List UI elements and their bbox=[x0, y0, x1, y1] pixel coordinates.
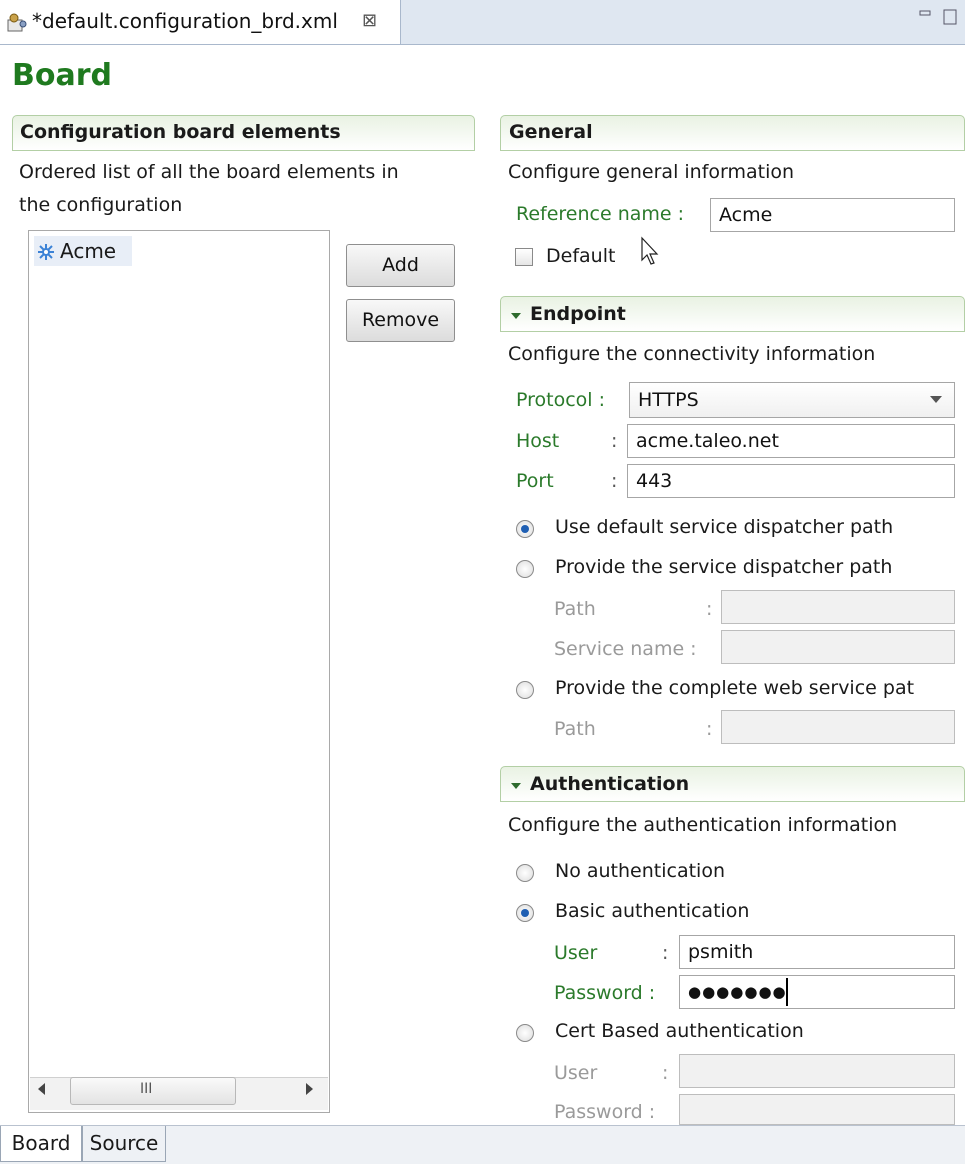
mouse-cursor-icon bbox=[641, 236, 659, 265]
cert-auth-label: Cert Based authentication bbox=[555, 1020, 804, 1042]
host-colon: : bbox=[611, 430, 618, 452]
user-input[interactable]: psmith bbox=[679, 935, 955, 969]
host-label: Host bbox=[516, 430, 560, 452]
service-name-input bbox=[721, 630, 955, 664]
no-auth-label: No authentication bbox=[555, 860, 725, 882]
chevron-down-icon[interactable] bbox=[930, 396, 942, 403]
protocol-label: Protocol : bbox=[516, 389, 606, 411]
general-description: Configure general information bbox=[508, 161, 795, 183]
cert-auth-radio[interactable] bbox=[516, 1024, 534, 1042]
service-name-label: Service name : bbox=[554, 638, 697, 660]
no-auth-radio[interactable] bbox=[516, 864, 534, 882]
endpoint-title: Endpoint bbox=[530, 303, 626, 325]
reference-name-input[interactable]: Acme bbox=[710, 198, 955, 232]
window-controls[interactable] bbox=[918, 8, 960, 26]
complete-path-radio[interactable] bbox=[516, 681, 534, 699]
path2-input bbox=[721, 710, 955, 744]
authentication-title: Authentication bbox=[530, 773, 690, 795]
general-title: General bbox=[509, 121, 593, 143]
scroll-left-icon[interactable] bbox=[38, 1083, 45, 1095]
remove-button[interactable]: Remove bbox=[346, 299, 455, 342]
chevron-down-icon[interactable] bbox=[511, 783, 521, 789]
cert-user-input bbox=[679, 1054, 955, 1088]
default-label: Default bbox=[546, 245, 616, 267]
config-file-icon bbox=[7, 13, 27, 32]
scroll-thumb-grip: III bbox=[140, 1081, 153, 1097]
reference-name-label: Reference name : bbox=[516, 203, 685, 225]
scroll-thumb[interactable] bbox=[70, 1077, 236, 1105]
text-caret bbox=[786, 978, 788, 1006]
port-input[interactable]: 443 bbox=[627, 464, 955, 498]
path-label: Path bbox=[554, 598, 596, 620]
scroll-right-icon[interactable] bbox=[306, 1083, 313, 1095]
password-label: Password : bbox=[554, 982, 656, 1004]
board-elements-description-2: the configuration bbox=[19, 194, 183, 216]
path2-label: Path bbox=[554, 718, 596, 740]
provide-path-radio[interactable] bbox=[516, 560, 534, 578]
provide-path-label: Provide the service dispatcher path bbox=[555, 556, 893, 578]
maximize-icon bbox=[943, 9, 957, 25]
endpoint-description: Configure the connectivity information bbox=[508, 343, 876, 365]
cert-user-label: User bbox=[554, 1062, 598, 1084]
board-element-icon bbox=[38, 244, 54, 260]
password-input[interactable]: ●●●●●●● bbox=[679, 975, 955, 1009]
default-checkbox[interactable] bbox=[515, 248, 533, 266]
port-colon: : bbox=[611, 470, 618, 492]
host-input[interactable]: acme.taleo.net bbox=[627, 424, 955, 458]
board-elements-list[interactable] bbox=[28, 230, 330, 1113]
cert-password-label: Password : bbox=[554, 1101, 656, 1123]
close-icon[interactable]: ⊠ bbox=[362, 10, 377, 31]
authentication-description: Configure the authentication information bbox=[508, 814, 898, 836]
add-button[interactable]: Add bbox=[346, 244, 455, 287]
user-label: User bbox=[554, 942, 598, 964]
path-colon: : bbox=[706, 598, 713, 620]
chevron-down-icon[interactable] bbox=[511, 313, 521, 319]
list-item-label: Acme bbox=[60, 239, 117, 263]
protocol-select[interactable]: HTTPS bbox=[629, 382, 955, 418]
default-path-label: Use default service dispatcher path bbox=[555, 516, 894, 538]
default-path-radio[interactable] bbox=[516, 520, 534, 538]
basic-auth-label: Basic authentication bbox=[555, 900, 750, 922]
board-elements-description: Ordered list of all the board elements i… bbox=[19, 161, 399, 183]
minimize-icon bbox=[919, 10, 931, 16]
tab-board[interactable]: Board bbox=[0, 1126, 82, 1162]
path2-colon: : bbox=[706, 718, 713, 740]
tab-source[interactable]: Source bbox=[82, 1126, 166, 1162]
board-elements-title: Configuration board elements bbox=[20, 121, 341, 143]
basic-auth-radio[interactable] bbox=[516, 904, 534, 922]
cert-user-colon: : bbox=[662, 1062, 669, 1084]
cert-password-input bbox=[679, 1094, 955, 1125]
user-colon: : bbox=[662, 942, 669, 964]
editor-tab[interactable]: *default.configuration_brd.xml ⊠ bbox=[0, 0, 401, 44]
complete-path-label: Provide the complete web service pat bbox=[555, 677, 915, 699]
port-label: Port bbox=[516, 470, 554, 492]
page-title: Board bbox=[12, 58, 112, 93]
path-input bbox=[721, 590, 955, 624]
editor-tab-title: *default.configuration_brd.xml bbox=[32, 9, 338, 33]
